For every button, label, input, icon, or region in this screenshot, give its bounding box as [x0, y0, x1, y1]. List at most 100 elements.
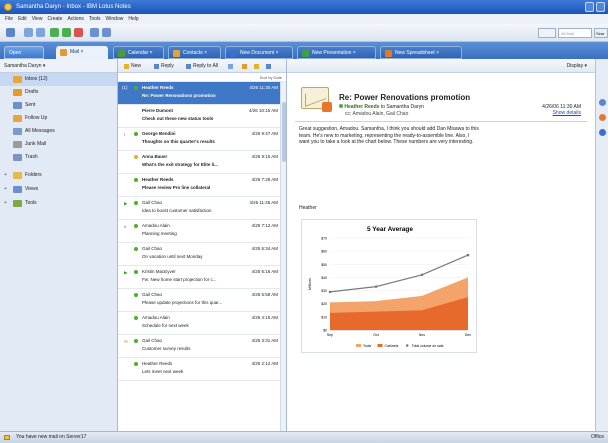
copy-into-icon[interactable]: [266, 64, 271, 69]
message-row[interactable]: Gail Chao 4/25 5:58 AM Please update proje…: [118, 289, 286, 312]
message-from: Gail Chao: [142, 338, 163, 343]
lotus-notes-icon: [4, 3, 12, 11]
message-row[interactable]: Heather Reeds 4/26 7:28 AM Please review P…: [118, 174, 286, 197]
presence-dot: [134, 178, 138, 182]
nav-group-tools[interactable]: + Tools: [0, 196, 117, 210]
mailbox-owner[interactable]: Samantha Daryn ▾: [0, 59, 117, 73]
nav-item-label: Trash: [25, 154, 38, 160]
nav-item-label: Follow Up: [25, 115, 48, 121]
remove-icon[interactable]: [74, 28, 83, 37]
search-scope-dropdown[interactable]: [538, 28, 556, 38]
forward-icon[interactable]: [36, 28, 45, 37]
scroll-thumb[interactable]: [282, 102, 286, 162]
message-row[interactable]: Gail Chao 4/25 6:34 AM On vacation until n…: [118, 243, 286, 266]
menu-actions[interactable]: Actions: [67, 14, 83, 24]
follow-up-icon[interactable]: [254, 64, 259, 69]
menu-window[interactable]: Window: [106, 14, 124, 24]
tab-new-spreadsheet[interactable]: New Spreadsheet ×: [380, 46, 462, 59]
nav-item-all[interactable]: All Messages: [0, 125, 117, 138]
search-button[interactable]: Sear: [594, 28, 608, 38]
minimize-button[interactable]: [585, 2, 594, 12]
nav-item-sent[interactable]: Sent: [0, 99, 117, 112]
close-tab-icon[interactable]: ×: [148, 50, 153, 56]
menu-file[interactable]: File: [5, 14, 13, 24]
message-subject: Re: Power Renovations promotion: [142, 93, 216, 98]
open-list-icon[interactable]: [6, 28, 15, 37]
feeds-icon[interactable]: [599, 129, 606, 136]
presence-dot: [134, 201, 138, 205]
nav-item-drafts[interactable]: Drafts: [0, 86, 117, 99]
show-details-link[interactable]: Show details: [553, 110, 581, 116]
search-input[interactable]: All Mail: [558, 28, 592, 38]
message-row[interactable]: ! George Bendini 4/26 9:47 AM Thoughts on t…: [118, 128, 286, 151]
nav-group-views[interactable]: + Views: [0, 182, 117, 196]
tab-label: Mail: [70, 49, 80, 55]
folder-move-icon[interactable]: [242, 64, 247, 69]
tab-mail[interactable]: Mail ×: [56, 46, 108, 59]
location-selector[interactable]: Office: [591, 432, 604, 443]
message-date: 4/25 6:16 AM: [251, 269, 278, 274]
menu-tools[interactable]: Tools: [89, 14, 101, 24]
close-button[interactable]: [596, 2, 605, 12]
thread-count[interactable]: (1): [122, 85, 128, 90]
sametime-icon[interactable]: [599, 99, 606, 106]
nav-group-folders[interactable]: + Folders: [0, 168, 117, 182]
expand-icon[interactable]: +: [4, 196, 7, 210]
sort-by-date[interactable]: Sort by Date: [118, 73, 286, 82]
message-subject: Please review Pro line collateral: [142, 185, 211, 190]
back-icon[interactable]: [24, 28, 33, 37]
tab-label: New Spreadsheet: [395, 50, 435, 56]
message-from: Gail Chao: [142, 292, 163, 297]
message-from: Amadou Alain: [142, 223, 170, 228]
tab-new-presentation[interactable]: New Presentation ×: [297, 46, 376, 59]
message-subject: Customer survey results: [142, 346, 191, 351]
menu-view[interactable]: View: [32, 14, 43, 24]
close-tab-icon[interactable]: ×: [274, 50, 279, 56]
menu-help[interactable]: Help: [128, 14, 138, 24]
list-scrollbar[interactable]: [280, 82, 286, 431]
message-row[interactable]: Anna Bauer 4/26 9:15 AM What's the exit st…: [118, 151, 286, 174]
forward-mail-icon[interactable]: [228, 64, 233, 69]
nav-item-trash[interactable]: Trash: [0, 151, 117, 164]
expand-icon[interactable]: +: [4, 182, 7, 196]
nav-item-junk[interactable]: Junk Mail: [0, 138, 117, 151]
tab-contacts[interactable]: Contacts ×: [168, 46, 221, 59]
signature: Heather: [299, 205, 317, 211]
display-dropdown[interactable]: Display ▾: [567, 59, 587, 73]
message-row[interactable]: (1) Heather Reeds 4/26 11:30 AM Re: Power R…: [118, 82, 286, 105]
reply-all-button[interactable]: Reply to All: [193, 59, 218, 73]
message-row[interactable]: ▶ Kristin MacEyver 4/25 6:16 AM Fw: New hom…: [118, 266, 286, 289]
nav-item-follow[interactable]: Follow Up: [0, 112, 117, 125]
menu-bar: File Edit View Create Actions Tools Window Help: [0, 14, 608, 24]
tag-icon[interactable]: [62, 28, 71, 37]
close-tab-icon[interactable]: ×: [435, 50, 439, 56]
message-row[interactable]: ◐ Amadou Alain 4/25 7:12 AM Planning meetin…: [118, 220, 286, 243]
message-subject: Lets meet next week: [142, 369, 184, 374]
close-tab-icon[interactable]: ×: [351, 50, 356, 56]
expand-icon[interactable]: +: [4, 168, 7, 182]
message-row[interactable]: Amadou Alain 4/25 4:15 AM Schedule for nex…: [118, 312, 286, 335]
status-icon: ◐: [124, 224, 127, 229]
message-row[interactable]: ▶ Gail Chao 4/25 11:45 AM Idea to boost cus…: [118, 197, 286, 220]
open-button[interactable]: Open: [4, 46, 44, 59]
pencil-icon[interactable]: [50, 28, 59, 37]
reply-button[interactable]: Reply: [161, 59, 174, 73]
new-button[interactable]: New: [131, 59, 141, 73]
title-bar: Samantha Daryn - Inbox - IBM Lotus Notes: [0, 0, 608, 14]
close-tab-icon[interactable]: ×: [203, 50, 207, 56]
menu-edit[interactable]: Edit: [18, 14, 27, 24]
tab-calendar[interactable]: Calendar ×: [113, 46, 164, 59]
message-row[interactable]: Heather Reeds 4/25 2:12 AM Lets meet next …: [118, 358, 286, 381]
sender-name[interactable]: Heather Reeds: [344, 104, 379, 110]
message-row[interactable]: Pierre Dumont 4/26 10:15 AM Check out thes…: [118, 105, 286, 128]
close-tab-icon[interactable]: ×: [79, 49, 84, 55]
nav-item-inbox[interactable]: Inbox (12): [0, 73, 117, 86]
day-at-glance-icon[interactable]: [599, 114, 606, 121]
tab-new-document[interactable]: New Document ×: [225, 46, 293, 59]
copy-icon[interactable]: [102, 28, 111, 37]
window-controls: [585, 2, 605, 12]
message-row[interactable]: ✉ Gail Chao 4/25 3:31 AM Customer survey re…: [118, 335, 286, 358]
tile-icon[interactable]: [90, 28, 99, 37]
menu-create[interactable]: Create: [47, 14, 62, 24]
x-tick-label: Nov: [419, 333, 425, 337]
